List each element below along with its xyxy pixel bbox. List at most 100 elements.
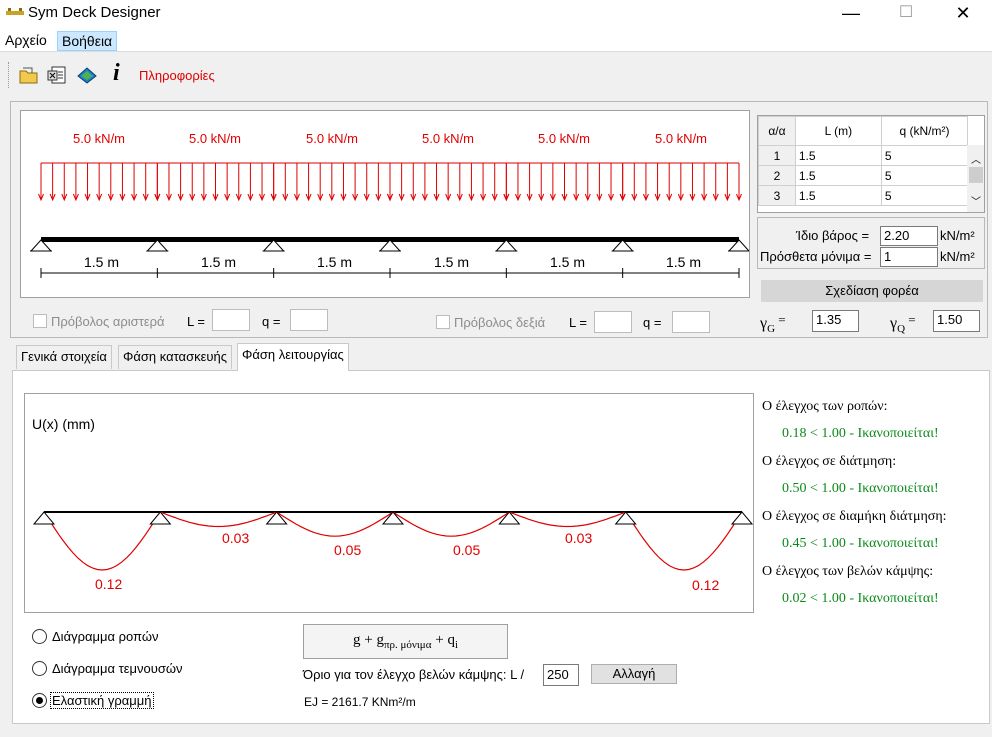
combo-q-sub: i	[454, 639, 459, 651]
span-table[interactable]: α/α L (m) q (kN/m²) 1 1.5 5 2 1.5 5 3 1.…	[757, 115, 985, 213]
span-label: 1.5 m	[317, 254, 353, 270]
info-icon[interactable]: i	[113, 60, 120, 87]
row-number: 1	[758, 145, 796, 166]
span-label: 1.5 m	[84, 254, 120, 270]
scroll-up-icon[interactable]: ︿	[971, 151, 981, 166]
book-icon[interactable]	[76, 64, 98, 86]
cantilever-left-L-input[interactable]	[212, 309, 250, 331]
support-triangle	[265, 511, 288, 525]
change-limit-button[interactable]: Αλλαγή	[591, 664, 677, 684]
report-icon[interactable]	[46, 64, 68, 86]
cantilever-right-q-input[interactable]	[672, 311, 710, 333]
load-label: 5.0 kN/m	[73, 131, 126, 146]
support-triangle	[381, 511, 405, 525]
deflection-value-label: 0.03	[565, 530, 593, 546]
minimize-button[interactable]: —	[828, 0, 874, 28]
tab-construction[interactable]: Φάση κατασκευής	[118, 345, 232, 369]
info-link[interactable]: Πληροφορίες	[139, 68, 215, 83]
radio-shear-label[interactable]: Διάγραμμα τεμνουσών	[52, 661, 183, 676]
maximize-button[interactable]: ☐	[883, 0, 929, 28]
cantilever-left-checkbox[interactable]	[33, 314, 47, 328]
cantilever-left-L-label: L =	[187, 314, 205, 329]
cantilever-right-q-label: q =	[643, 315, 662, 330]
load-label: 5.0 kN/m	[655, 131, 708, 146]
check-title: Ο έλεγχος σε διαμήκη διάτμηση:	[762, 509, 947, 524]
support-triangle	[32, 511, 56, 525]
gamma-g-input[interactable]: 1.35	[812, 310, 859, 332]
deflection-canvas: U(x) (mm) 0.12 0.03 0.05 0.05 0.03 0.12	[24, 393, 754, 613]
deflection-value-label: 0.05	[334, 542, 362, 558]
cantilever-right-label: Πρόβολος δεξιά	[454, 315, 546, 330]
cell-load[interactable]: 5	[880, 165, 969, 186]
close-button[interactable]: ✕	[940, 0, 986, 28]
span-label: 1.5 m	[434, 254, 470, 270]
table-header: q (kN/m²)	[880, 116, 969, 146]
safety-factors: γG = 1.35 γQ = 1.50	[760, 310, 988, 336]
design-structure-button[interactable]: Σχεδίαση φορέα	[761, 280, 983, 302]
cell-load[interactable]: 5	[880, 145, 969, 166]
check-result: 0.18 < 1.00 - Ικανοποιείται!	[782, 426, 939, 441]
table-row[interactable]: 2 1.5 5	[758, 165, 969, 186]
check-result: 0.50 < 1.00 - Ικανοποιείται!	[782, 481, 939, 496]
radio-shear[interactable]	[32, 661, 47, 676]
permanent-load-input[interactable]: 1	[880, 247, 938, 267]
menu-file[interactable]: Αρχείο	[1, 31, 51, 51]
combo-g-sub: πρ. μόνιμα	[383, 639, 432, 651]
support-triangle	[498, 511, 521, 525]
menu-bar: Αρχείο Βοήθεια	[0, 28, 992, 52]
cantilever-left-q-label: q =	[262, 314, 281, 329]
span-label: 1.5 m	[201, 254, 237, 270]
menu-help[interactable]: Βοήθεια	[57, 31, 118, 51]
elastic-line-diagram	[32, 511, 754, 571]
cantilever-right-checkbox[interactable]	[436, 315, 450, 329]
tab-general[interactable]: Γενικά στοιχεία	[16, 345, 112, 369]
combo-plus: +	[364, 632, 373, 648]
cantilever-left-q-input[interactable]	[290, 309, 328, 331]
permanent-load-label: Πρόσθετα μόνιμα =	[760, 249, 872, 264]
combo-plus: +	[435, 632, 444, 648]
span-label: 1.5 m	[666, 254, 702, 270]
cantilever-right-L-input[interactable]	[594, 311, 632, 333]
equals-sign: =	[908, 312, 916, 327]
radio-moments-label[interactable]: Διάγραμμα ροπών	[52, 629, 158, 644]
open-folder-icon[interactable]	[18, 64, 40, 86]
table-scrollbar[interactable]: ︿ ﹀	[967, 145, 984, 212]
deflection-value-label: 0.05	[453, 542, 481, 558]
row-number: 2	[758, 165, 796, 186]
check-result: 0.45 < 1.00 - Ικανοποιείται!	[782, 536, 939, 551]
check-title: Ο έλεγχος των βελών κάμψης:	[762, 564, 934, 579]
table-row[interactable]: 1 1.5 5	[758, 145, 969, 166]
window-title: Sym Deck Designer	[28, 4, 161, 21]
cell-length[interactable]: 1.5	[794, 185, 882, 206]
combo-q: q	[447, 632, 455, 648]
gamma-q-symbol: γQ =	[890, 312, 916, 335]
row-number: 3	[758, 185, 796, 206]
cell-load[interactable]: 5	[880, 185, 969, 206]
load-combination-button[interactable]: g + gπρ. μόνιμα + qi	[303, 624, 508, 659]
radio-elastic-line-label[interactable]: Ελαστική γραμμή	[50, 692, 154, 709]
gamma-g-sub: G	[767, 323, 776, 336]
tab-service[interactable]: Φάση λειτουργίας	[237, 343, 349, 371]
gamma-q-input[interactable]: 1.50	[933, 310, 980, 332]
self-weight-label: Ίδιο βάρος =	[796, 228, 870, 243]
cell-length[interactable]: 1.5	[794, 165, 882, 186]
radio-moments[interactable]	[32, 629, 47, 644]
diagram-axis-label: U(x) (mm)	[32, 416, 95, 432]
cell-length[interactable]: 1.5	[794, 145, 882, 166]
scroll-thumb[interactable]	[969, 167, 983, 183]
check-title: Ο έλεγχος των ροπών:	[762, 399, 888, 414]
combo-g2: g	[376, 632, 384, 648]
combo-g: g	[352, 632, 361, 648]
radio-elastic-line[interactable]	[32, 693, 47, 708]
gamma-g-symbol: γG =	[760, 312, 786, 335]
toolbar-grip	[8, 62, 10, 88]
load-label: 5.0 kN/m	[538, 131, 591, 146]
app-icon	[6, 8, 24, 15]
gamma-q-sub: Q	[897, 323, 906, 336]
beam-canvas: 5.0 kN/m 5.0 kN/m 5.0 kN/m 5.0 kN/m 5.0 …	[20, 110, 751, 298]
self-weight-input[interactable]: 2.20	[880, 226, 938, 246]
tab-panel-service: U(x) (mm) 0.12 0.03 0.05 0.05 0.03 0.12 …	[12, 370, 990, 724]
scroll-down-icon[interactable]: ﹀	[971, 193, 981, 208]
table-row[interactable]: 3 1.5 5	[758, 185, 969, 206]
deflection-limit-input[interactable]: 250	[543, 664, 579, 686]
